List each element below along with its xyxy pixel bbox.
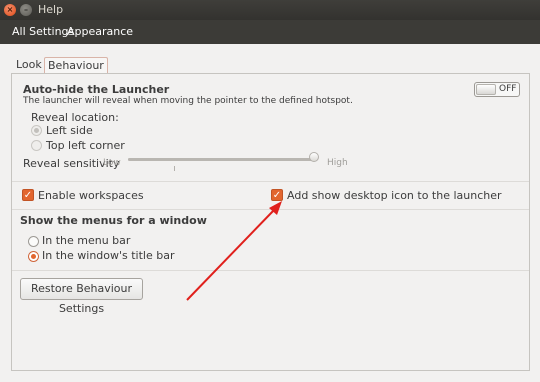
sensitivity-high-label: High bbox=[327, 158, 348, 168]
sensitivity-slider-tick bbox=[174, 166, 175, 171]
separator-top bbox=[12, 181, 529, 182]
enable-workspaces-checkbox[interactable]: ✓ bbox=[22, 189, 34, 201]
separator-bottom bbox=[12, 270, 529, 271]
sensitivity-slider-fill bbox=[128, 158, 314, 161]
tab-look[interactable]: Look bbox=[13, 57, 45, 73]
minimize-window-button[interactable]: – bbox=[20, 4, 32, 16]
enable-workspaces-label: Enable workspaces bbox=[38, 189, 144, 202]
autohide-toggle[interactable]: OFF bbox=[474, 82, 520, 97]
radio-top-left-corner[interactable] bbox=[31, 140, 42, 151]
radio-in-menu-bar[interactable] bbox=[28, 236, 39, 247]
in-menu-bar-label: In the menu bar bbox=[42, 234, 131, 247]
settings-toolbar: All Settings Appearance bbox=[0, 20, 540, 44]
toggle-knob bbox=[476, 84, 496, 95]
appearance-breadcrumb[interactable]: Appearance bbox=[67, 25, 133, 38]
sensitivity-slider-track[interactable] bbox=[128, 158, 314, 161]
left-side-label: Left side bbox=[46, 124, 93, 137]
separator-middle bbox=[12, 209, 529, 210]
radio-left-side[interactable] bbox=[31, 125, 42, 136]
in-title-bar-label: In the window's title bar bbox=[42, 249, 175, 262]
reveal-location-label: Reveal location: bbox=[31, 111, 119, 124]
all-settings-button[interactable]: All Settings bbox=[12, 25, 74, 38]
tab-behaviour[interactable]: Behaviour bbox=[44, 57, 108, 73]
menus-section-title: Show the menus for a window bbox=[20, 214, 207, 227]
window-titlebar: × – Help bbox=[0, 0, 540, 20]
sensitivity-low-label: Low bbox=[103, 158, 121, 168]
top-left-corner-label: Top left corner bbox=[46, 139, 125, 152]
close-window-button[interactable]: × bbox=[4, 4, 16, 16]
sensitivity-slider-knob[interactable] bbox=[309, 152, 319, 162]
restore-behaviour-settings-button[interactable]: Restore Behaviour Settings bbox=[20, 278, 143, 315]
autohide-title: Auto-hide the Launcher bbox=[23, 83, 170, 96]
show-desktop-icon-label: Add show desktop icon to the launcher bbox=[287, 189, 502, 202]
autohide-description: The launcher will reveal when moving the… bbox=[23, 96, 353, 106]
toggle-state-label: OFF bbox=[499, 84, 517, 94]
radio-in-title-bar[interactable] bbox=[28, 251, 39, 262]
window-title: Help bbox=[38, 3, 64, 16]
show-desktop-icon-checkbox[interactable]: ✓ bbox=[271, 189, 283, 201]
